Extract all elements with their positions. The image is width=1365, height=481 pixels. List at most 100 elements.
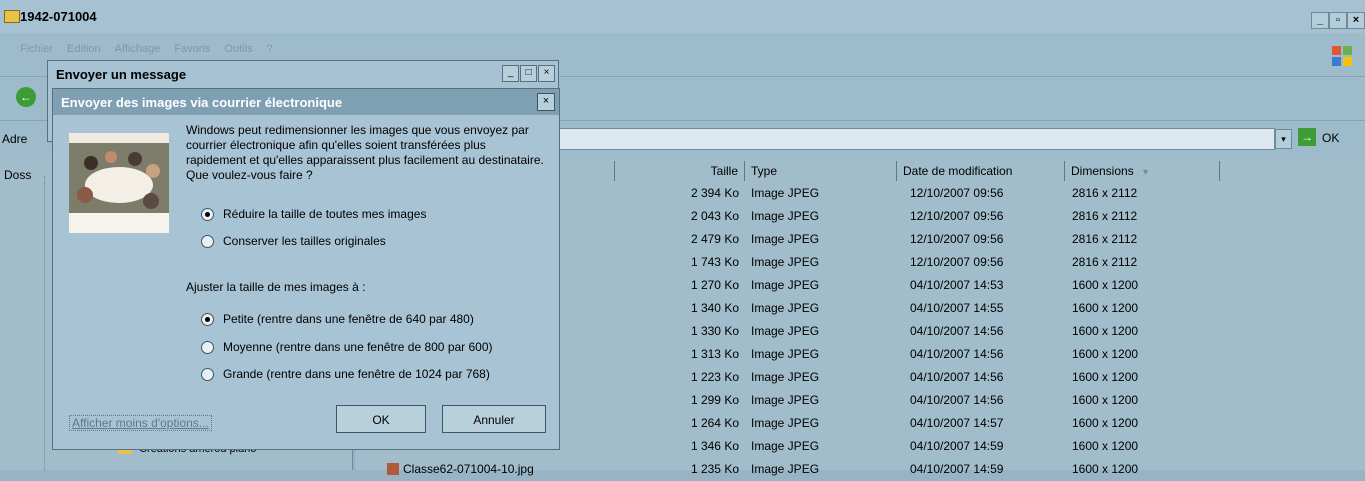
cell-size: 1 340 Ko: [690, 301, 739, 315]
cell-type: Image JPEG: [751, 416, 820, 430]
photo-thumbnail-icon: [69, 133, 169, 233]
cell-type: Image JPEG: [751, 209, 820, 223]
cell-type: Image JPEG: [751, 186, 820, 200]
size-small-label: Petite (rentre dans une fenêtre de 640 p…: [223, 312, 474, 326]
image-file-icon: [387, 463, 399, 475]
cell-size: 2 043 Ko: [690, 209, 739, 223]
cell-size: 1 223 Ko: [690, 370, 739, 384]
cell-type: Image JPEG: [751, 301, 820, 315]
cell-size: 1 264 Ko: [690, 416, 739, 430]
column-header-dimensions[interactable]: Dimensions ▾: [1065, 161, 1220, 181]
cell-dimensions: 1600 x 1200: [1072, 439, 1139, 453]
radio-icon[interactable]: [201, 234, 214, 248]
cell-date: 12/10/2007 09:56: [910, 255, 1004, 269]
send-images-dialog: Envoyer des images via courrier électron…: [52, 88, 560, 450]
window-titlebar: 1942-071004 _ ▫ ×: [0, 0, 1365, 33]
size-large-label: Grande (rentre dans une fenêtre de 1024 …: [223, 367, 490, 381]
cell-date: 04/10/2007 14:55: [910, 301, 1004, 315]
menu-file[interactable]: Fichier: [20, 43, 53, 55]
cell-dimensions: 2816 x 2112: [1072, 232, 1138, 246]
restore-button[interactable]: ▫: [1329, 12, 1347, 29]
window-controls: _ ▫ ×: [1311, 12, 1365, 29]
cell-date: 04/10/2007 14:56: [910, 393, 1004, 407]
send-message-title: Envoyer un message: [56, 67, 187, 82]
cell-type: Image JPEG: [751, 232, 820, 246]
cell-size: 1 299 Ko: [690, 393, 739, 407]
close-button[interactable]: ×: [537, 93, 555, 111]
cell-date: 04/10/2007 14:59: [910, 439, 1004, 453]
radio-icon[interactable]: [201, 340, 214, 354]
cell-size: 2 394 Ko: [690, 186, 739, 200]
radio-selected-icon[interactable]: [201, 207, 214, 221]
fewer-options-link[interactable]: Afficher moins d'options...: [69, 415, 212, 431]
cell-date: 04/10/2007 14:53: [910, 278, 1004, 292]
cell-dimensions: 1600 x 1200: [1072, 301, 1139, 315]
cell-date: 04/10/2007 14:56: [910, 370, 1004, 384]
menu-edit[interactable]: Edition: [67, 43, 101, 55]
cell-dimensions: 2816 x 2112: [1072, 186, 1138, 200]
cell-date: 12/10/2007 09:56: [910, 209, 1004, 223]
go-arrow-icon[interactable]: →: [1298, 128, 1316, 146]
close-button[interactable]: ×: [1347, 12, 1365, 29]
menu-help[interactable]: ?: [267, 43, 273, 55]
menu-list: Fichier Edition Affichage Favoris Outils…: [20, 43, 273, 55]
cell-type: Image JPEG: [751, 347, 820, 361]
cell-type: Image JPEG: [751, 393, 820, 407]
cell-date: 04/10/2007 14:56: [910, 324, 1004, 338]
cell-date: 12/10/2007 09:56: [910, 232, 1004, 246]
option-keep[interactable]: Conserver les tailles originales: [201, 234, 386, 248]
cell-dimensions: 1600 x 1200: [1072, 324, 1139, 338]
size-medium[interactable]: Moyenne (rentre dans une fenêtre de 800 …: [201, 340, 493, 354]
close-button[interactable]: ×: [538, 65, 555, 82]
cell-type: Image JPEG: [751, 439, 820, 453]
column-header-date[interactable]: Date de modification: [897, 161, 1065, 181]
address-label: Adre: [2, 132, 28, 146]
ok-button[interactable]: OK: [336, 405, 426, 433]
cell-size: 1 313 Ko: [690, 347, 739, 361]
cell-date: 04/10/2007 14:56: [910, 347, 1004, 361]
sort-icon: ▾: [1143, 167, 1149, 178]
menu-view[interactable]: Affichage: [115, 43, 161, 55]
cell-type: Image JPEG: [751, 255, 820, 269]
column-header-size[interactable]: Taille: [615, 161, 745, 181]
minimize-button[interactable]: _: [1311, 12, 1329, 29]
radio-icon[interactable]: [201, 367, 214, 381]
chevron-down-icon[interactable]: ▾: [1275, 129, 1292, 149]
column-header-dimensions-label: Dimensions: [1071, 164, 1134, 178]
cell-dimensions: 1600 x 1200: [1072, 393, 1139, 407]
cell-size: 1 330 Ko: [690, 324, 739, 338]
cell-size: 1 270 Ko: [690, 278, 739, 292]
cell-dimensions: 1600 x 1200: [1072, 370, 1139, 384]
option-reduce-label: Réduire la taille de toutes mes images: [223, 207, 427, 221]
dialog-titlebar: Envoyer des images via courrier électron…: [53, 89, 559, 115]
menu-favorites[interactable]: Favoris: [174, 43, 210, 55]
option-keep-label: Conserver les tailles originales: [223, 234, 386, 248]
cell-dimensions: 2816 x 2112: [1072, 209, 1138, 223]
cell-type: Image JPEG: [751, 278, 820, 292]
maximize-button[interactable]: □: [520, 65, 537, 82]
cell-dimensions: 2816 x 2112: [1072, 255, 1138, 269]
cell-type: Image JPEG: [751, 370, 820, 384]
cell-size: 1 346 Ko: [690, 439, 739, 453]
windows-logo-icon: [1332, 46, 1352, 66]
option-reduce[interactable]: Réduire la taille de toutes mes images: [201, 207, 426, 221]
cell-type: Image JPEG: [751, 324, 820, 338]
folders-header: Doss: [4, 168, 32, 182]
window-title: 1942-071004: [20, 9, 97, 24]
address-input[interactable]: [555, 128, 1275, 150]
cell-dimensions: 1600 x 1200: [1072, 347, 1139, 361]
tree-line: [44, 176, 45, 470]
cell-date: 04/10/2007 14:57: [910, 416, 1004, 430]
cell-size: 2 479 Ko: [690, 232, 739, 246]
cancel-button[interactable]: Annuler: [442, 405, 546, 433]
size-large[interactable]: Grande (rentre dans une fenêtre de 1024 …: [201, 367, 490, 381]
back-button[interactable]: ←: [16, 87, 36, 107]
folder-icon: [4, 10, 20, 23]
size-small[interactable]: Petite (rentre dans une fenêtre de 640 p…: [201, 312, 474, 326]
go-button[interactable]: OK: [1322, 131, 1339, 145]
column-header-type[interactable]: Type: [745, 161, 897, 181]
minimize-button[interactable]: _: [502, 65, 519, 82]
radio-selected-icon[interactable]: [201, 312, 214, 326]
cell-dimensions: 1600 x 1200: [1072, 416, 1139, 430]
menu-tools[interactable]: Outils: [224, 43, 252, 55]
